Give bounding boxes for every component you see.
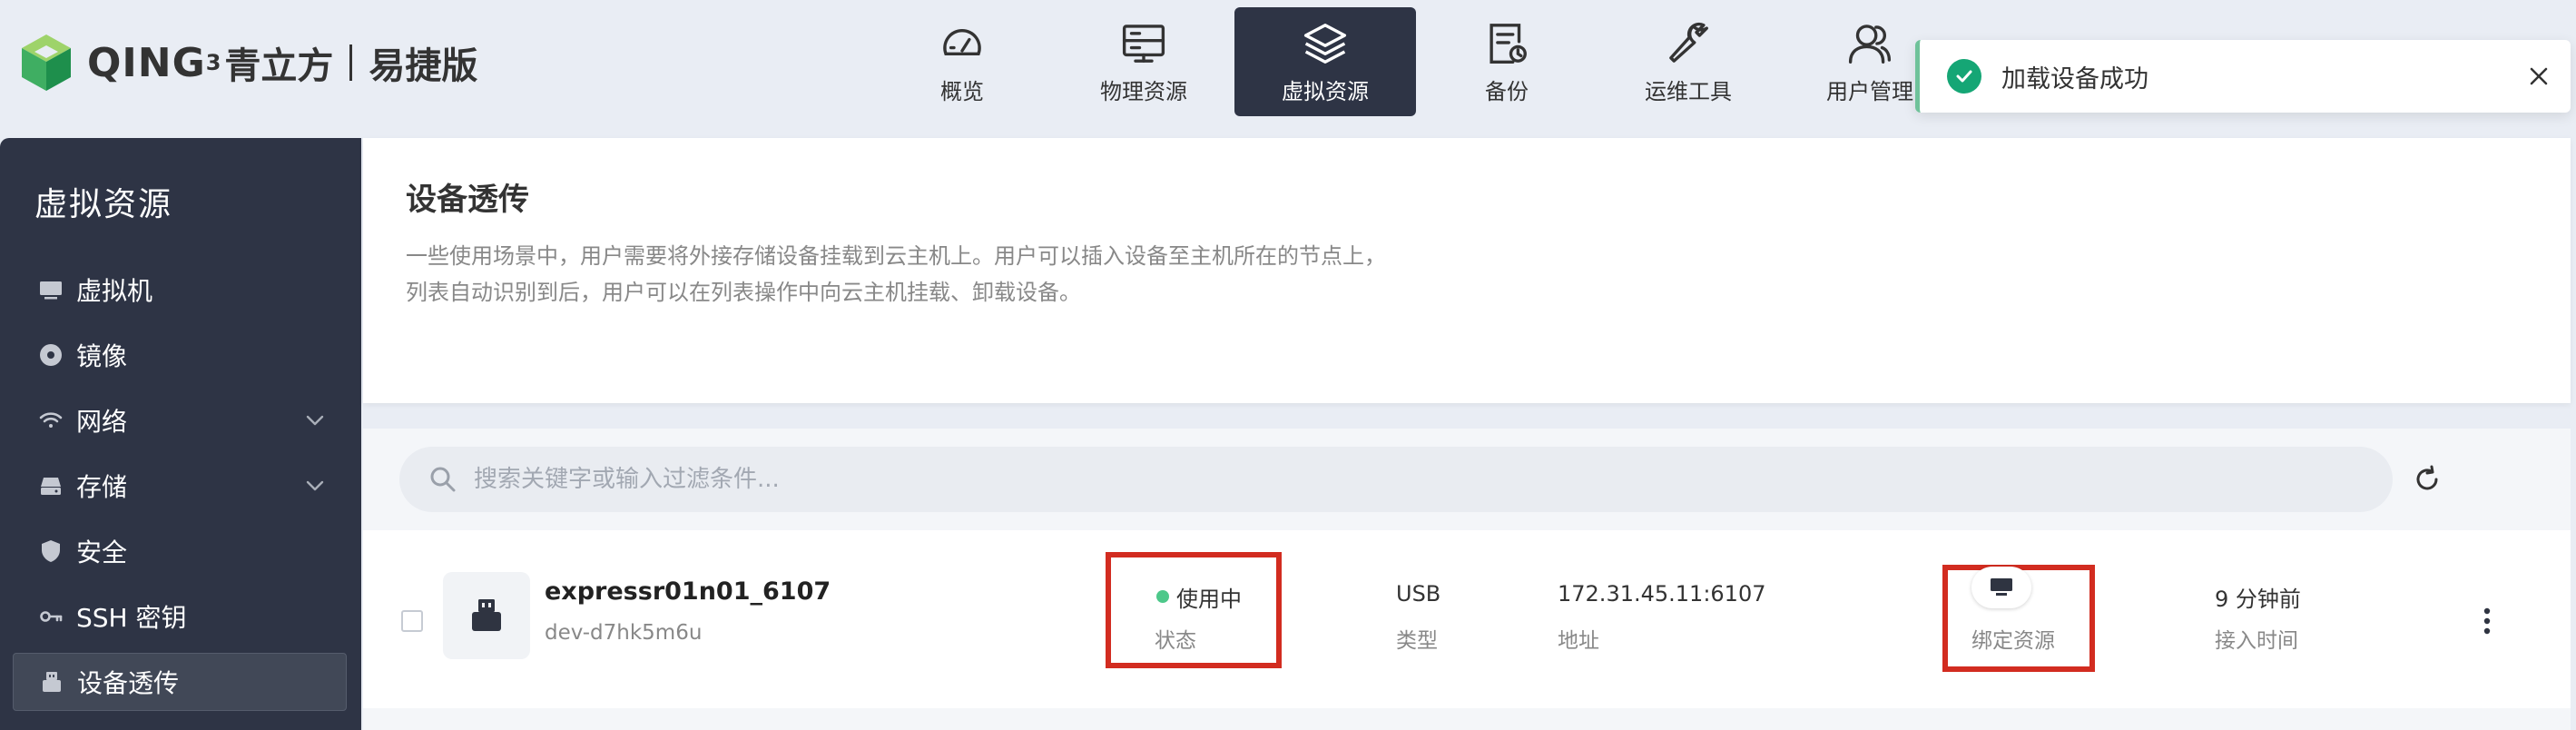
backup-icon [1490, 23, 1527, 64]
more-vertical-icon [2483, 607, 2491, 635]
usb-device-icon [443, 572, 530, 659]
nav-label: 备份 [1485, 78, 1529, 104]
sidebar-item-image[interactable]: 镜像 [13, 326, 347, 384]
server-icon [1122, 24, 1165, 63]
sidebar-item-device-passthrough[interactable]: 设备透传 [13, 653, 347, 711]
top-header: QING 3 青立方 易捷版 概览 物理资源 虚拟资源 备份 运维工具 用户管理… [0, 0, 2576, 136]
sidebar-item-label: 虚拟机 [76, 276, 153, 306]
time-label: 接入时间 [2215, 629, 2298, 653]
search-input[interactable] [474, 466, 2198, 493]
device-id: dev-d7hk5m6u [545, 621, 703, 645]
chevron-down-icon [306, 415, 324, 426]
more-actions-button[interactable] [2469, 596, 2505, 646]
monitor-icon [40, 281, 62, 300]
device-address: 172.31.45.11:6107 [1558, 581, 1766, 607]
dashboard-icon [943, 28, 981, 55]
shield-icon [42, 540, 60, 562]
sidebar: 虚拟资源 虚拟机 镜像 网络 存储 安全 SSH 密钥 设备透传 [0, 138, 361, 730]
device-type: USB [1396, 581, 1441, 607]
logo-divider [349, 44, 353, 81]
toast-message: 加载设备成功 [2001, 64, 2148, 94]
layers-icon [1303, 23, 1347, 64]
wifi-icon [39, 412, 63, 428]
nav-backup[interactable]: 备份 [1416, 7, 1598, 116]
bind-label: 绑定资源 [1971, 629, 2055, 653]
key-icon [40, 611, 63, 622]
page-header-panel: 设备透传 一些使用场景中，用户需要将外接存储设备挂载到云主机上。用户可以插入设备… [363, 138, 2571, 403]
device-status: 使用中 [1176, 587, 1242, 612]
nav-label: 虚拟资源 [1282, 78, 1369, 104]
device-list-panel: expressr01n01_6107 dev-d7hk5m6u 使用中 状态 U… [363, 429, 2571, 730]
close-icon [2530, 67, 2548, 85]
address-label: 地址 [1558, 629, 1599, 653]
sidebar-item-label: 网络 [76, 407, 128, 437]
sidebar-item-label: 存储 [76, 472, 128, 502]
users-icon [1848, 24, 1892, 64]
nav-label: 物理资源 [1100, 78, 1187, 104]
sidebar-item-ssh-key[interactable]: SSH 密钥 [13, 587, 347, 646]
row-checkbox[interactable] [401, 610, 423, 632]
logo-chinese: 青立方 [224, 45, 334, 87]
search-icon [430, 467, 456, 492]
qingcube-logo-icon [22, 35, 71, 91]
page-description-line: 列表自动识别到后，用户可以在列表操作中向云主机挂载、卸载设备。 [406, 280, 1081, 305]
nav-overview[interactable]: 概览 [871, 7, 1053, 116]
sidebar-item-network[interactable]: 网络 [13, 391, 347, 449]
bound-resource-button[interactable] [1971, 567, 2031, 608]
success-check-icon [1947, 59, 1981, 94]
status-label: 状态 [1155, 629, 1196, 653]
sidebar-item-label: SSH 密钥 [76, 603, 187, 633]
refresh-icon [2416, 465, 2438, 490]
disc-icon [40, 344, 62, 366]
nav-ops-tools[interactable]: 运维工具 [1598, 7, 1779, 116]
nav-label: 概览 [940, 78, 984, 104]
monitor-icon [1991, 578, 2012, 596]
sidebar-item-vm[interactable]: 虚拟机 [13, 261, 347, 319]
nav-label: 运维工具 [1645, 78, 1732, 104]
main-nav: 概览 物理资源 虚拟资源 备份 运维工具 用户管理 [871, 7, 1961, 116]
type-label: 类型 [1396, 629, 1438, 653]
page-description: 一些使用场景中，用户需要将外接存储设备挂载到云主机上。用户可以插入设备至主机所在… [406, 238, 1386, 311]
success-toast: 加载设备成功 [1915, 40, 2571, 113]
drive-icon [41, 478, 61, 495]
toast-close-button[interactable] [2516, 54, 2561, 99]
logo-edition: 易捷版 [369, 45, 478, 87]
nav-virtual[interactable]: 虚拟资源 [1234, 7, 1416, 116]
sidebar-item-label: 安全 [76, 538, 128, 567]
device-name[interactable]: expressr01n01_6107 [545, 577, 831, 606]
search-bar[interactable] [399, 447, 2393, 512]
status-dot-icon [1156, 590, 1169, 603]
usb-device-icon [43, 672, 61, 692]
sidebar-item-label: 设备透传 [77, 668, 180, 698]
nav-label: 用户管理 [1826, 78, 1913, 104]
sidebar-item-storage[interactable]: 存储 [13, 457, 347, 515]
device-time: 9 分钟前 [2215, 587, 2301, 612]
sidebar-item-security[interactable]: 安全 [13, 522, 347, 580]
logo-superscript: 3 [205, 50, 221, 75]
refresh-button[interactable] [2394, 447, 2460, 512]
page-title: 设备透传 [406, 182, 529, 218]
page-description-line: 一些使用场景中，用户需要将外接存储设备挂载到云主机上。用户可以插入设备至主机所在… [406, 243, 1386, 269]
logo-brand: QING [87, 39, 206, 86]
sidebar-title: 虚拟资源 [34, 186, 173, 223]
wrench-icon [1669, 22, 1708, 63]
sidebar-item-label: 镜像 [76, 341, 128, 371]
nav-physical[interactable]: 物理资源 [1053, 7, 1234, 116]
app-logo[interactable]: QING 3 青立方 易捷版 [18, 31, 477, 94]
table-row[interactable]: expressr01n01_6107 dev-d7hk5m6u 使用中 状态 U… [363, 530, 2571, 708]
chevron-down-icon [306, 480, 324, 491]
